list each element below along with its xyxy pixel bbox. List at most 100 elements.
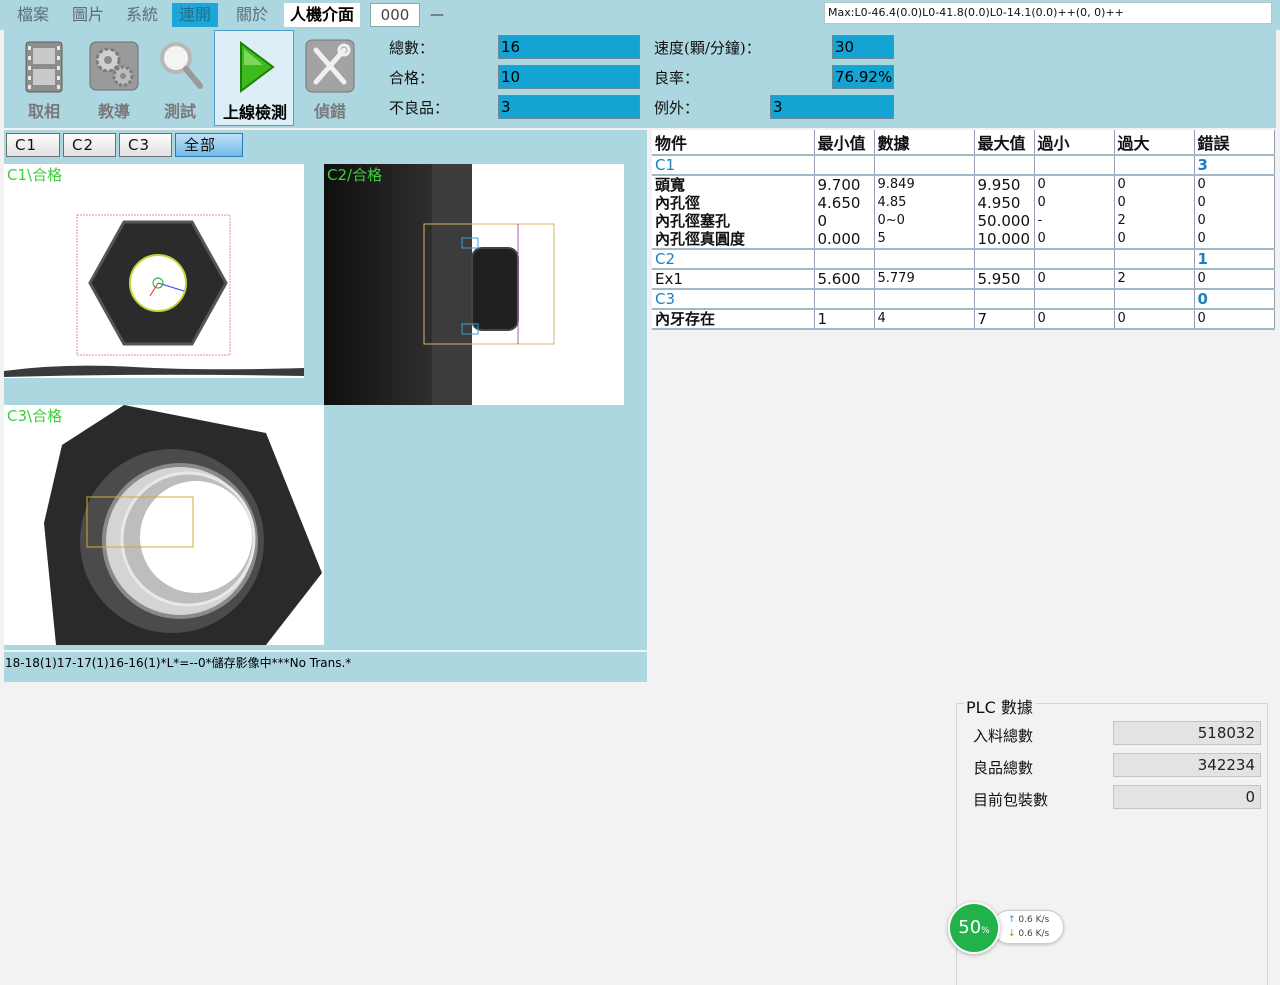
header-max[interactable]: 最大值 [974,130,1035,156]
cell-too-large: 0 [1114,194,1195,212]
download-speed: ↓ 0.6 K/s [1008,929,1049,939]
menu-separator: — [430,7,444,23]
cell-error: 0 [1194,212,1275,230]
cell-too-large: 0 [1114,309,1195,330]
cell-item: 內孔徑真圓度 [652,230,815,249]
cell-error: 0 [1194,230,1275,249]
menu-about[interactable]: 關於 [229,3,275,27]
download-arrow-icon: ↓ [1008,929,1016,939]
header-too-large[interactable]: 過大 [1114,130,1195,156]
capture-label: 取相 [27,102,60,121]
stats-panel: 總數： 16 合格： 10 不良品： 3 速度(顆/分鐘)： 30 良率： 76… [378,30,1276,128]
cell-too-small: 0 [1034,269,1115,289]
camera-c2-view[interactable]: C2/合格 [324,164,624,405]
exception-label: 例外： [654,99,700,117]
cell-max: 9.950 [974,175,1035,194]
magnifier-icon [160,42,203,89]
table-row[interactable]: 內孔徑塞孔 0 0~0 50.000 - 2 0 [652,212,1275,230]
group-error-count: 1 [1194,248,1275,270]
cell-error: 0 [1194,309,1275,330]
group-row-c2[interactable]: C2 1 [652,248,1275,270]
nut-thread-image [44,405,322,645]
table-row[interactable]: 頭寬 9.700 9.849 9.950 0 0 0 [652,175,1275,194]
cell-item: 內孔徑塞孔 [652,212,815,230]
results-table: 物件 最小值 數據 最大值 過小 過大 錯誤 C1 3 頭寬 9.700 9.8… [652,130,1275,330]
station-code-field[interactable]: 000 [370,3,420,27]
menu-connect[interactable]: 連開 [172,3,219,27]
camera-c3-view[interactable]: C3\合格 [4,405,324,645]
group-name: C2 [652,248,815,270]
speed-value: 30 [832,35,894,59]
cell-too-large: 0 [1114,175,1195,194]
cell-min: 5.600 [814,269,875,289]
camera-c1-view[interactable]: C1\合格 [4,164,304,378]
cell-too-small: 0 [1034,175,1115,194]
cell-data: 5 [874,230,975,249]
capture-button[interactable]: 取相 [4,30,84,126]
upload-speed-text: 0.6 K/s [1018,915,1050,925]
cell-error: 0 [1194,175,1275,194]
test-button[interactable]: 測試 [140,30,220,126]
defect-label: 不良品： [389,99,450,117]
camera-c3-button[interactable]: C3 [119,133,172,157]
camera-c1-caption: C1\合格 [7,166,63,184]
group-row-c3[interactable]: C3 0 [652,288,1275,310]
table-row[interactable]: Ex1 5.600 5.779 5.950 0 2 0 [652,269,1275,289]
cell-max: 4.950 [974,194,1035,212]
camera-c2-button[interactable]: C2 [63,133,116,157]
max-readout: Max:L0-46.4(0.0)L0-41.8(0.0)L0-14.1(0.0)… [824,2,1272,24]
network-usage-circle: 50% [948,902,1000,954]
table-row[interactable]: 內孔徑 4.650 4.85 4.950 0 0 0 [652,194,1275,212]
yield-value: 76.92% [832,65,894,89]
debug-button[interactable]: 偵錯 [290,30,370,126]
header-too-small[interactable]: 過小 [1034,130,1115,156]
network-percent-sign: % [981,926,990,936]
cell-item: 內牙存在 [652,309,815,330]
header-error[interactable]: 錯誤 [1194,130,1275,156]
tools-icon [305,39,355,93]
plc-pack-value: 0 [1113,785,1261,809]
header-item[interactable]: 物件 [652,130,815,156]
cell-too-large: 2 [1114,212,1195,230]
table-row[interactable]: 內孔徑真圓度 0.000 5 10.000 0 0 0 [652,230,1275,249]
results-header-row: 物件 最小值 數據 最大值 過小 過大 錯誤 [652,130,1275,156]
camera-all-button[interactable]: 全部 [175,133,243,157]
menu-system[interactable]: 系統 [119,3,165,27]
debug-label: 偵錯 [313,102,346,121]
plc-good-value: 342234 [1113,753,1261,777]
cell-max: 10.000 [974,230,1035,249]
cell-min: 4.650 [814,194,875,212]
download-speed-text: 0.6 K/s [1018,929,1050,939]
network-speed-widget[interactable]: 50% ↑ 0.6 K/s ↓ 0.6 K/s [948,902,1068,954]
group-error-count: 0 [1194,288,1275,310]
cell-too-small: 0 [1034,194,1115,212]
cell-data: 4 [874,309,975,330]
plc-title: PLC 數據 [964,694,1035,718]
toolbar: 取相 教導 測試 上線檢測 偵錯 [4,30,378,128]
camera-c1-button[interactable]: C1 [6,133,60,157]
menu-hmi-tab[interactable]: 人機介面 [284,3,361,27]
cell-item: 內孔徑 [652,194,815,212]
play-icon [240,41,275,93]
online-inspection-button[interactable]: 上線檢測 [214,30,294,126]
menu-file[interactable]: 檔案 [10,3,56,27]
speed-label: 速度(顆/分鐘)： [654,39,761,57]
group-row-c1[interactable]: C1 3 [652,154,1275,176]
exception-value: 3 [770,95,894,119]
cell-max: 7 [974,309,1035,330]
cell-min: 9.700 [814,175,875,194]
cell-too-small: 0 [1034,309,1115,330]
total-label: 總數： [389,39,435,57]
cell-too-large: 0 [1114,230,1195,249]
cell-max: 50.000 [974,212,1035,230]
table-row[interactable]: 內牙存在 1 4 7 0 0 0 [652,309,1275,330]
header-data[interactable]: 數據 [874,130,975,156]
cell-too-small: 0 [1034,230,1115,249]
film-icon [25,41,63,93]
defect-value: 3 [498,95,640,119]
cell-error: 0 [1194,269,1275,289]
cell-data: 9.849 [874,175,975,194]
camera-c2-caption: C2/合格 [327,166,383,184]
header-min[interactable]: 最小值 [814,130,875,156]
menu-image[interactable]: 圖片 [65,3,111,27]
